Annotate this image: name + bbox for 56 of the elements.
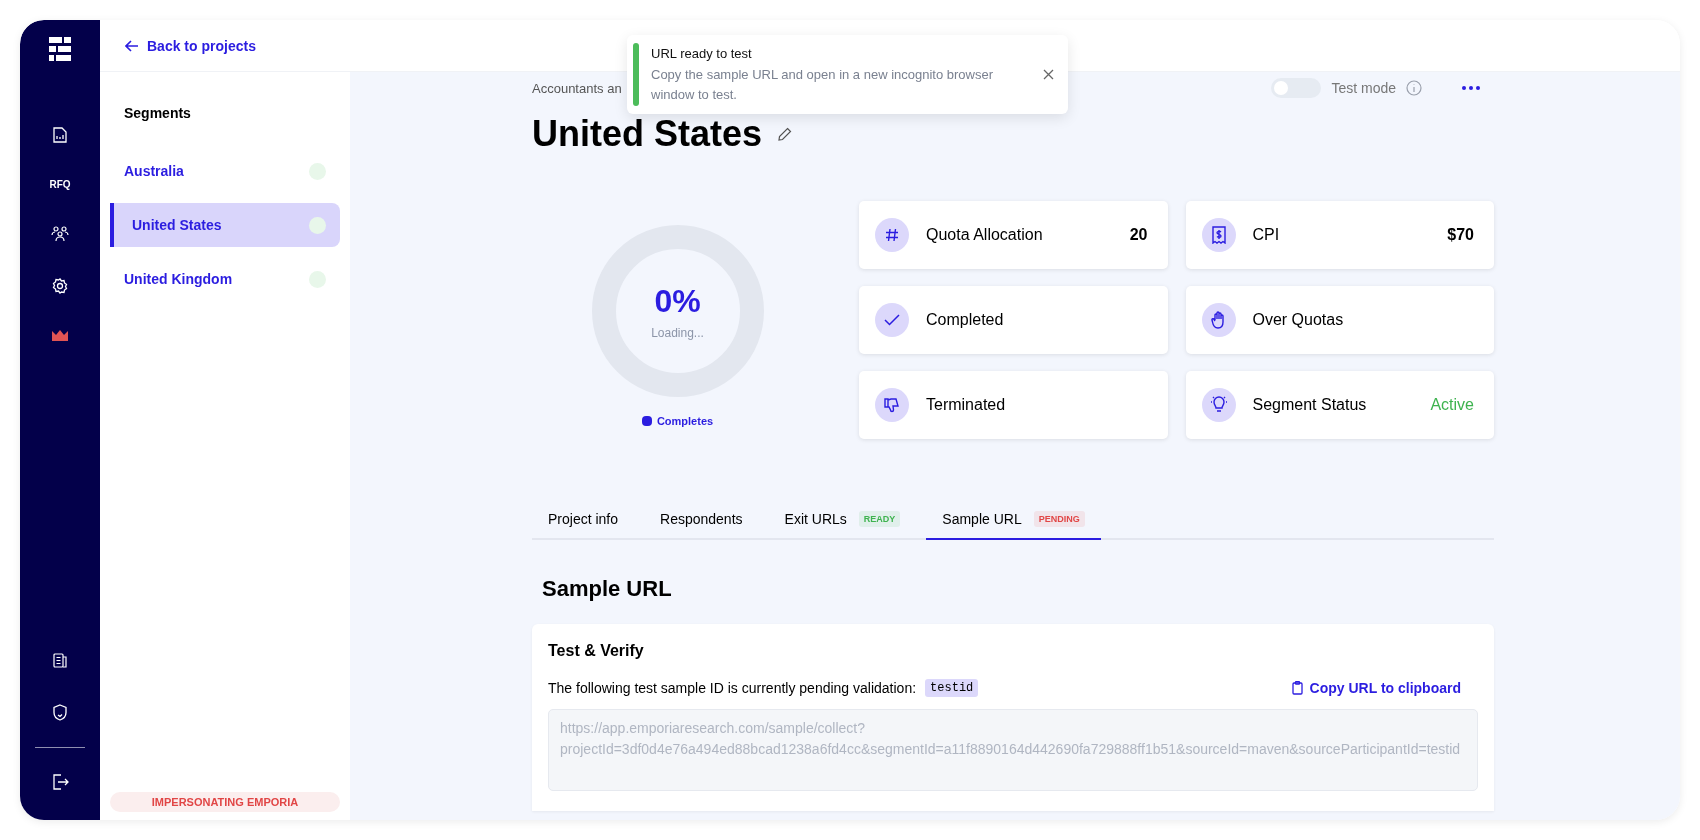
settings-icon[interactable] <box>52 278 68 294</box>
test-mode-label: Test mode <box>1331 80 1396 96</box>
stat-label: Completed <box>926 311 1005 329</box>
stat-value: Active <box>1430 396 1474 414</box>
toast-message: Copy the sample URL and open in a new incognito browser window to test. <box>651 66 995 104</box>
impersonation-badge: IMPERSONATING EMPORIA <box>110 792 340 812</box>
logo-icon[interactable] <box>49 37 71 63</box>
breadcrumb[interactable]: Accountants an <box>532 80 622 96</box>
page-title: United States <box>532 113 763 155</box>
shield-icon[interactable] <box>52 704 68 721</box>
stat-label: Terminated <box>926 396 1007 414</box>
stat-label: Over Quotas <box>1252 311 1345 329</box>
sample-id: testid <box>925 679 979 697</box>
progress-status: Loading... <box>651 325 704 340</box>
segment-item[interactable]: United Kingdom <box>106 257 340 301</box>
tab[interactable]: Project info <box>532 499 635 540</box>
stat-label: Segment Status <box>1252 396 1368 414</box>
copy-url-link[interactable]: Copy URL to clipboard <box>1291 680 1478 696</box>
progress-percent: 0% <box>654 282 701 320</box>
thumbs-down-icon <box>875 388 909 422</box>
tab[interactable]: Exit URLs READY <box>768 499 917 540</box>
logout-icon[interactable] <box>51 774 69 790</box>
stat-label: CPI <box>1252 226 1281 244</box>
tab[interactable]: Sample URL PENDING <box>926 499 1101 540</box>
stat-label: Quota Allocation <box>926 226 1044 244</box>
tab[interactable]: Respondents <box>644 499 759 540</box>
receipt-icon <box>1201 218 1236 252</box>
clipboard-icon <box>1291 681 1303 695</box>
segment-item[interactable]: United States <box>110 203 340 247</box>
arrow-left-icon <box>125 39 139 52</box>
rfq-link[interactable]: RFQ <box>49 179 71 190</box>
lightbulb-icon <box>1201 388 1236 422</box>
segment-item[interactable]: Australia <box>106 149 340 193</box>
back-link[interactable]: Back to projects <box>125 37 256 54</box>
more-icon[interactable] <box>1462 86 1480 90</box>
stat-value: 20 <box>1129 226 1148 244</box>
status-badge: PENDING <box>1033 511 1085 527</box>
check-icon <box>875 303 909 337</box>
hand-icon <box>1201 303 1236 337</box>
close-icon[interactable] <box>1043 69 1054 80</box>
card-title: Test & Verify <box>548 642 645 660</box>
test-mode-toggle[interactable] <box>1271 78 1322 98</box>
section-heading: Sample URL <box>542 576 673 602</box>
edit-icon[interactable] <box>778 127 793 141</box>
sidebar-title: Segments <box>123 104 192 121</box>
report-icon[interactable] <box>53 127 67 143</box>
hash-icon <box>875 218 909 252</box>
document-icon[interactable] <box>52 653 68 668</box>
stat-value: $70 <box>1447 226 1474 244</box>
toast-title: URL ready to test <box>651 46 753 61</box>
legend-label: Completes <box>656 415 714 427</box>
status-dot <box>309 216 326 234</box>
pending-message: The following test sample ID is currently pending validation: <box>548 680 917 696</box>
crown-icon[interactable] <box>52 330 68 341</box>
status-badge: READY <box>858 511 901 527</box>
people-icon[interactable] <box>51 226 69 242</box>
